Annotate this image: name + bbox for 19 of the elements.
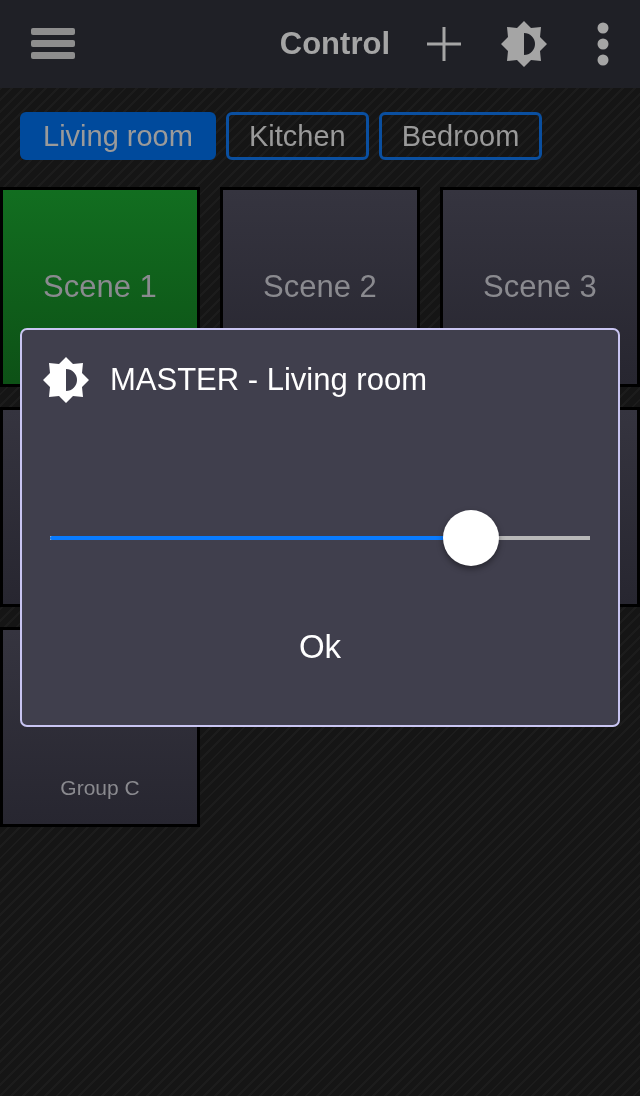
room-tab[interactable]: Kitchen bbox=[225, 112, 369, 160]
plus-icon bbox=[426, 26, 462, 62]
tile-name: Scene 1 bbox=[43, 269, 157, 305]
tile-name: Scene 2 bbox=[263, 269, 377, 305]
ok-button[interactable]: Ok bbox=[286, 624, 354, 670]
menu-icon bbox=[30, 26, 76, 62]
add-button[interactable] bbox=[426, 26, 462, 62]
room-tab[interactable]: Living room bbox=[20, 112, 216, 160]
more-icon bbox=[596, 22, 610, 66]
tile-name: Scene 3 bbox=[483, 269, 597, 305]
brightness-icon bbox=[500, 20, 548, 68]
room-tab[interactable]: Bedroom bbox=[378, 112, 543, 160]
tile-group: Group C bbox=[60, 776, 140, 800]
slider-thumb[interactable] bbox=[443, 510, 500, 566]
more-button[interactable] bbox=[596, 22, 610, 66]
brightness-icon bbox=[42, 356, 90, 404]
brightness-button[interactable] bbox=[500, 20, 548, 68]
page-title: Control bbox=[279, 26, 390, 62]
menu-button[interactable] bbox=[30, 26, 76, 62]
